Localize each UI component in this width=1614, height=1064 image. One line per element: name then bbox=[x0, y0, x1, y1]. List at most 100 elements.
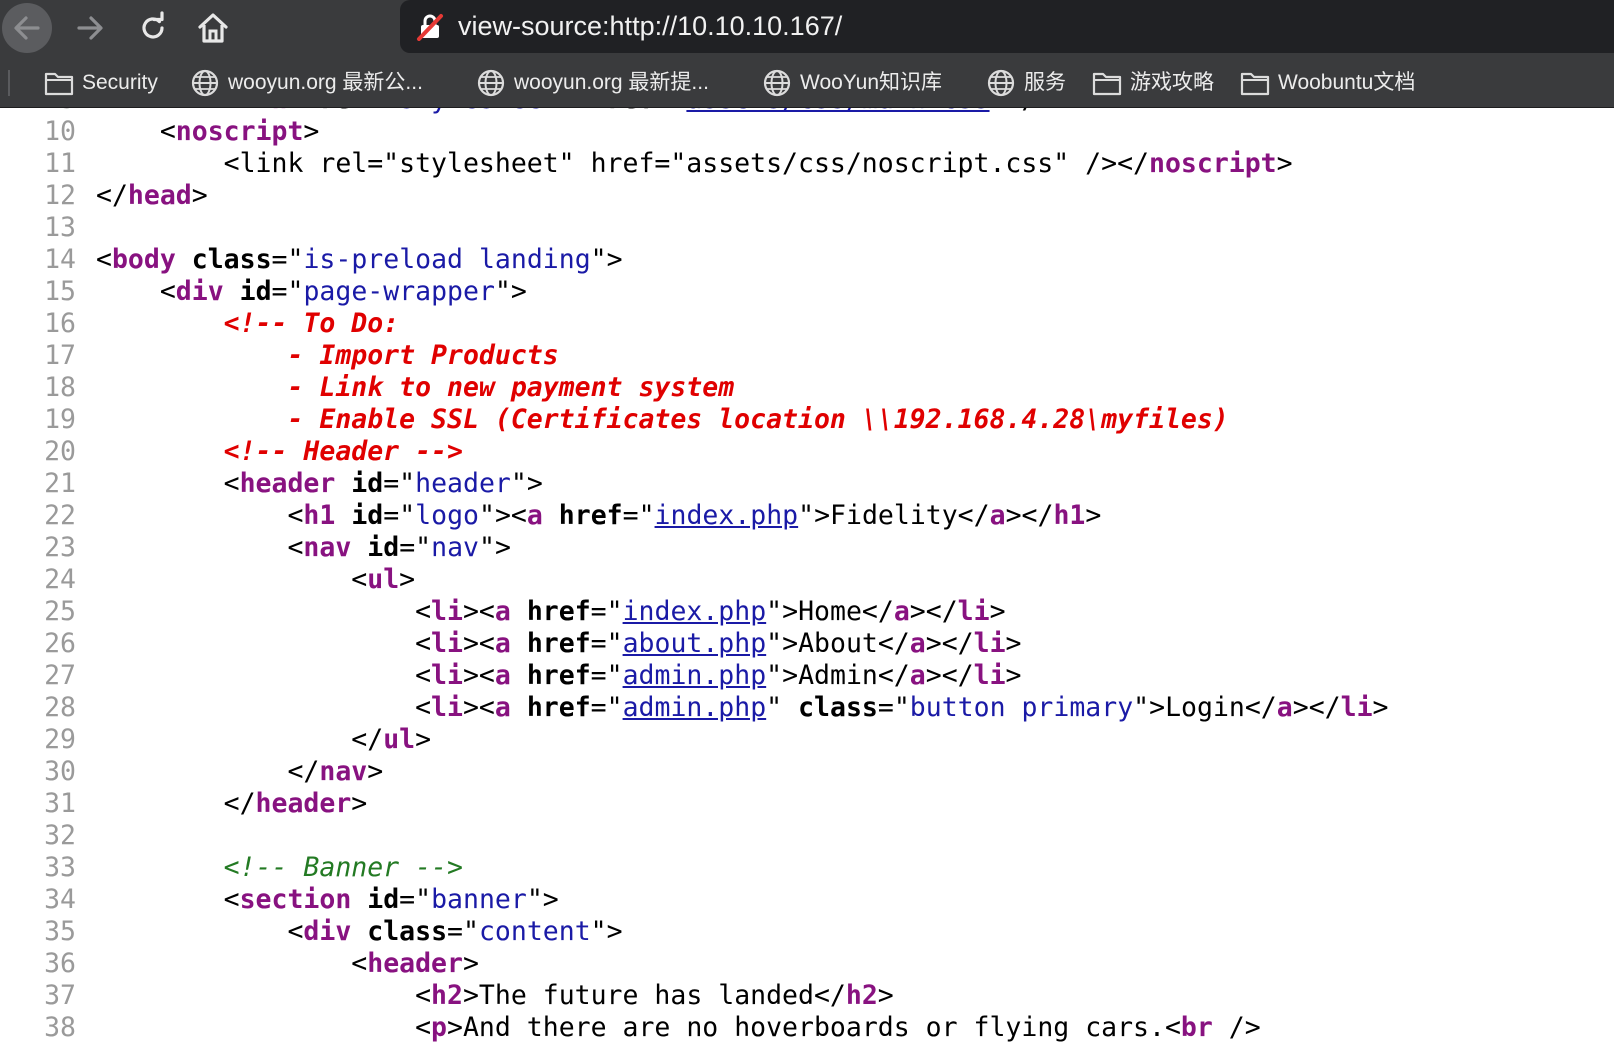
bookmarks-bar: Security wooyun.org 最新公... wooyun.org 最新… bbox=[0, 56, 1614, 108]
source-line: 28 <li><a href="admin.php" class="button… bbox=[0, 692, 1614, 724]
bookmark-label: 游戏攻略 bbox=[1130, 71, 1214, 94]
source-link[interactable]: index.php bbox=[623, 596, 767, 627]
code-token-tag: a bbox=[909, 628, 926, 659]
line-code: </head> bbox=[96, 180, 208, 212]
bookmark-label: Security bbox=[82, 71, 158, 94]
code-token-txt: < bbox=[96, 108, 240, 115]
code-token-tag: head bbox=[127, 180, 192, 211]
code-token-txt: >< bbox=[462, 692, 495, 723]
code-token-attr: href bbox=[558, 500, 623, 531]
line-number: 30 bbox=[44, 756, 76, 787]
code-token-attr: class bbox=[367, 916, 448, 947]
code-token-txt: =" bbox=[399, 884, 432, 915]
back-arrow-icon bbox=[10, 11, 44, 45]
bookmark-security[interactable]: Security bbox=[44, 68, 158, 98]
line-number: 26 bbox=[44, 628, 76, 659]
line-code: <p>And there are no hoverboards or flyin… bbox=[96, 1012, 1261, 1044]
bookmark-wooyun-public[interactable]: wooyun.org 最新公... bbox=[190, 68, 423, 98]
code-token-attr: class bbox=[191, 244, 272, 275]
code-token-txt: < bbox=[96, 1012, 432, 1043]
bookmark-wooyun-kb[interactable]: WooYun知识库 bbox=[762, 68, 942, 98]
code-token-tag: div bbox=[303, 916, 352, 947]
source-link[interactable]: about.php bbox=[623, 628, 767, 659]
code-token-txt: =" bbox=[367, 108, 399, 115]
globe-icon bbox=[190, 68, 220, 98]
source-link[interactable]: admin.php bbox=[623, 660, 767, 691]
code-token-comment: - Enable SSL (Certificates location \\19… bbox=[287, 404, 1229, 435]
bookmark-label: Woobuntu文档 bbox=[1278, 71, 1416, 94]
line-code: <nav id="nav"> bbox=[96, 532, 510, 564]
home-button[interactable] bbox=[188, 3, 238, 53]
line-number: 18 bbox=[44, 372, 76, 403]
line-number: 16 bbox=[44, 308, 76, 339]
code-token-tag: a bbox=[909, 660, 926, 691]
source-link[interactable]: index.php bbox=[655, 500, 799, 531]
bookmark-wooyun-submit[interactable]: wooyun.org 最新提... bbox=[476, 68, 709, 98]
code-token-txt: < bbox=[96, 500, 304, 531]
line-code: <ul> bbox=[96, 564, 415, 596]
bookmark-game-guides[interactable]: 游戏攻略 bbox=[1092, 68, 1214, 98]
line-number: 33 bbox=[44, 852, 76, 883]
code-token-txt: =" bbox=[622, 500, 655, 531]
code-token-tag: h1 bbox=[303, 500, 336, 531]
code-token-val: content bbox=[478, 916, 591, 947]
back-button[interactable] bbox=[2, 3, 52, 53]
line-number: 29 bbox=[44, 724, 76, 755]
code-token-attr: id bbox=[351, 500, 384, 531]
code-token-txt: > bbox=[1085, 500, 1102, 531]
code-token-txt: > bbox=[415, 724, 432, 755]
code-token-txt: =" bbox=[590, 596, 623, 627]
code-token-val: logo bbox=[415, 500, 479, 531]
not-secure-icon[interactable] bbox=[416, 13, 444, 45]
code-token-txt: ">< bbox=[478, 500, 527, 531]
source-line: 33 <!-- Banner --> bbox=[0, 852, 1614, 884]
code-token-tag: header bbox=[239, 468, 336, 499]
code-token-txt: =" bbox=[399, 532, 432, 563]
address-bar[interactable]: view-source:http://10.10.10.167/ bbox=[400, 0, 1614, 53]
code-token-tag: li bbox=[431, 692, 463, 723]
source-link[interactable]: admin.php bbox=[623, 692, 767, 723]
source-line: 21 <header id="header"> bbox=[0, 468, 1614, 500]
code-token-txt: >< bbox=[462, 628, 495, 659]
code-token-tag: header bbox=[255, 788, 352, 819]
bookmark-label: WooYun知识库 bbox=[800, 71, 943, 94]
code-token-tag: li bbox=[957, 596, 990, 627]
line-number: 19 bbox=[44, 404, 76, 435]
code-token-txt: ></ bbox=[1005, 500, 1054, 531]
url-text[interactable]: view-source:http://10.10.10.167/ bbox=[458, 10, 842, 42]
source-link[interactable]: assets/css/main.css bbox=[686, 108, 989, 115]
code-token-txt: =" bbox=[447, 916, 479, 947]
line-code: <h1 id="logo"><a href="index.php">Fideli… bbox=[96, 500, 1101, 532]
code-token-txt: > bbox=[1372, 692, 1389, 723]
bookmark-woobuntu-docs[interactable]: Woobuntu文档 bbox=[1240, 68, 1415, 98]
source-line: 31 </header> bbox=[0, 788, 1614, 820]
source-line: 24 <ul> bbox=[0, 564, 1614, 596]
line-number: 28 bbox=[44, 692, 76, 723]
source-view[interactable]: 9 <link rel="stylesheet" href="assets/cs… bbox=[0, 108, 1614, 1064]
reload-button[interactable] bbox=[128, 3, 178, 53]
source-line: 32 bbox=[0, 820, 1614, 852]
code-token-txt: < bbox=[96, 276, 176, 307]
line-code: <li><a href="index.php">Home</a></li> bbox=[96, 596, 1005, 628]
source-line: 20 <!-- Header --> bbox=[0, 436, 1614, 468]
forward-button[interactable] bbox=[65, 3, 115, 53]
source-line: 16 <!-- To Do: bbox=[0, 308, 1614, 340]
source-line: 29 </ul> bbox=[0, 724, 1614, 756]
code-token-txt: " bbox=[559, 108, 591, 115]
line-number: 38 bbox=[44, 1012, 76, 1043]
code-token-txt: ">Home</ bbox=[766, 596, 894, 627]
bookmark-services[interactable]: 服务 bbox=[986, 68, 1066, 98]
globe-icon bbox=[986, 68, 1016, 98]
line-code: <div id="page-wrapper"> bbox=[96, 276, 527, 308]
code-token-tag: ul bbox=[383, 724, 416, 755]
code-token-val: is-preload landing bbox=[303, 244, 591, 275]
code-token-txt: ></ bbox=[909, 596, 958, 627]
